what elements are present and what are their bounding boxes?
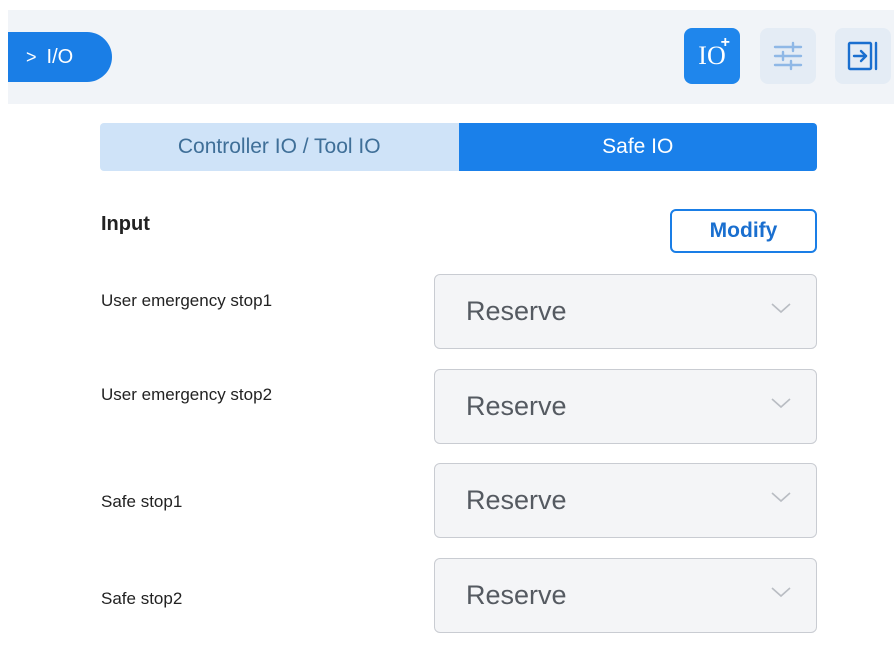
add-io-button[interactable]: IO +	[684, 28, 740, 84]
section-title-input: Input	[101, 213, 150, 235]
row-label-user-emergency-stop2: User emergency stop2	[101, 385, 273, 404]
filter-button[interactable]	[760, 28, 816, 84]
io-page: > I/O IO + Controller IO / Tool IO Safe …	[0, 0, 894, 645]
io-tabs: Controller IO / Tool IO Safe IO	[100, 123, 817, 171]
exit-icon	[847, 41, 878, 71]
row-label-safe-stop2: Safe stop2	[101, 589, 183, 608]
tab-controller-tool-io[interactable]: Controller IO / Tool IO	[100, 123, 459, 171]
plus-icon: +	[720, 34, 730, 51]
row-label-user-emergency-stop1: User emergency stop1	[101, 291, 273, 310]
exit-button[interactable]	[835, 28, 891, 84]
select-safe-stop1[interactable]: Reserve	[434, 463, 817, 538]
select-value: Reserve	[466, 580, 567, 610]
chevron-down-icon	[771, 303, 791, 314]
select-value: Reserve	[466, 296, 567, 326]
breadcrumb-io-button[interactable]: > I/O	[8, 32, 112, 82]
chevron-down-icon	[771, 587, 791, 598]
modify-button[interactable]: Modify	[670, 209, 817, 253]
chevron-right-icon: >	[26, 47, 37, 67]
sliders-icon	[773, 41, 803, 71]
header-bar: > I/O IO +	[8, 10, 894, 104]
select-value: Reserve	[466, 485, 567, 515]
tab-safe-io[interactable]: Safe IO	[458, 123, 817, 171]
select-value: Reserve	[466, 391, 567, 421]
chevron-down-icon	[771, 398, 791, 409]
select-user-emergency-stop1[interactable]: Reserve	[434, 274, 817, 349]
chevron-down-icon	[771, 492, 791, 503]
row-label-safe-stop1: Safe stop1	[101, 492, 183, 511]
breadcrumb-label: I/O	[46, 45, 74, 68]
select-user-emergency-stop2[interactable]: Reserve	[434, 369, 817, 444]
select-safe-stop2[interactable]: Reserve	[434, 558, 817, 633]
